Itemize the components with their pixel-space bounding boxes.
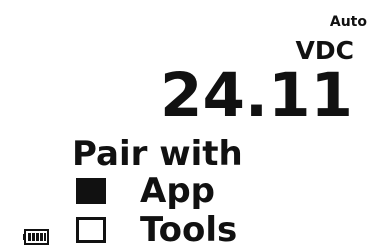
tools-option-label: Tools bbox=[140, 210, 238, 250]
pair-with-title: Pair with bbox=[72, 134, 243, 174]
battery-full-icon bbox=[23, 229, 49, 245]
pair-option-app[interactable]: App bbox=[76, 171, 215, 211]
app-option-label: App bbox=[140, 171, 215, 211]
meter-display: Auto VDC 24.11 Pair with App Tools bbox=[0, 0, 369, 250]
measurement-reading: 24.11 bbox=[160, 60, 353, 131]
app-checkbox[interactable] bbox=[76, 178, 106, 204]
range-mode-label: Auto bbox=[329, 14, 367, 30]
pair-option-tools[interactable]: Tools bbox=[76, 210, 238, 250]
tools-checkbox[interactable] bbox=[76, 217, 106, 243]
